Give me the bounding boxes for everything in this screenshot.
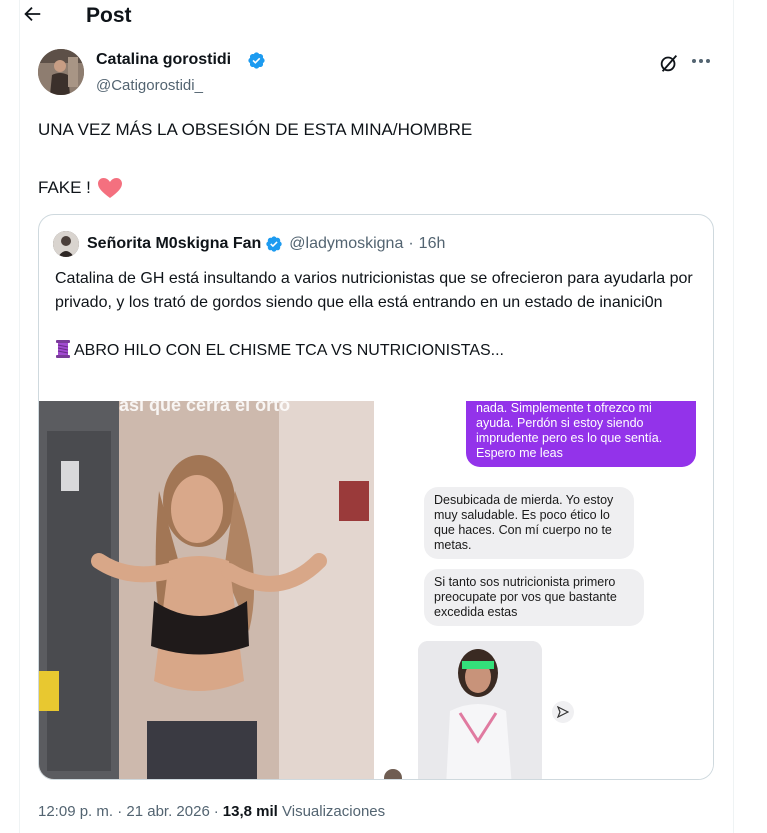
- tweet-text-line2: FAKE !: [38, 178, 91, 197]
- quoted-text-p1: Catalina de GH está insultando a varios …: [55, 270, 693, 311]
- quoted-text: Catalina de GH está insultando a varios …: [55, 267, 705, 363]
- quoted-tweet[interactable]: Señorita M0skigna Fan @ladymoskigna · 16…: [38, 214, 714, 780]
- quoted-text-p2: ABRO HILO CON EL CHISME TCA VS NUTRICION…: [74, 342, 504, 359]
- thread-spool-emoji-icon: [56, 340, 70, 358]
- views-count: 13,8 mil: [222, 803, 278, 820]
- tweet-meta: 12:09 p. m. · 21 abr. 2026 · 13,8 mil Visu…: [38, 803, 385, 820]
- tweet-text-line1: UNA VEZ MÁS LA OBSESIÓN DE ESTA MINA/HOM…: [38, 120, 473, 139]
- author-handle[interactable]: @Catigorostidi_: [96, 77, 203, 94]
- quoted-time[interactable]: 16h: [419, 235, 446, 253]
- chat-photo: [418, 641, 542, 779]
- right-divider: [733, 0, 734, 833]
- tweet-text: UNA VEZ MÁS LA OBSESIÓN DE ESTA MINA/HOM…: [38, 118, 718, 198]
- chat-mini-avatar: [384, 769, 402, 779]
- views-label: Visualizaciones: [282, 803, 386, 820]
- tweet-text-line2-row: FAKE !: [38, 176, 123, 200]
- tweet-timestamp[interactable]: 12:09 p. m. · 21 abr. 2026: [38, 803, 210, 820]
- selfie-illustration: [39, 401, 374, 779]
- avatar[interactable]: [38, 49, 84, 95]
- tweet-author: Catalina gorostidi @Catigorostidi_: [38, 48, 718, 98]
- chat-bubble-incoming-2: Si tanto sos nutricionista primero preoc…: [424, 569, 644, 626]
- quoted-text-p2-row: ABRO HILO CON EL CHISME TCA VS NUTRICION…: [55, 339, 705, 363]
- quoted-author-handle[interactable]: @ladymoskigna: [289, 235, 403, 253]
- quoted-media[interactable]: así que cerrá el orto nada. Simplemente …: [39, 401, 713, 779]
- quoted-verified-badge-icon: [266, 236, 282, 252]
- verified-badge-icon: [248, 52, 265, 69]
- quoted-tweet-header: Señorita M0skigna Fan @ladymoskigna · 16…: [53, 231, 446, 257]
- author-name[interactable]: Catalina gorostidi: [96, 51, 231, 69]
- chat-bubble-outgoing: nada. Simplemente t ofrezco mi ayuda. Pe…: [466, 401, 696, 467]
- quoted-dot: ·: [408, 235, 414, 252]
- media-chat-screenshot[interactable]: nada. Simplemente t ofrezco mi ayuda. Pe…: [374, 401, 713, 779]
- chat-bubble-incoming-1: Desubicada de mierda. Yo estoy muy salud…: [424, 487, 634, 559]
- quoted-author-name[interactable]: Señorita M0skigna Fan: [87, 235, 261, 253]
- grok-icon[interactable]: [658, 52, 680, 74]
- meta-separator: ·: [213, 803, 219, 820]
- post-page: Post Catalina gorostidi @Catigorostidi_ …: [0, 0, 767, 833]
- send-icon[interactable]: [552, 701, 574, 723]
- heart-emoji-icon: [97, 178, 122, 198]
- page-title: Post: [86, 4, 132, 27]
- photo-overlay-text: así que cerrá el orto: [119, 401, 291, 415]
- quoted-avatar[interactable]: [53, 231, 79, 257]
- more-options-icon[interactable]: [690, 50, 712, 72]
- media-photo[interactable]: así que cerrá el orto: [39, 401, 374, 779]
- left-divider: [19, 0, 20, 833]
- back-arrow-icon[interactable]: [20, 2, 44, 26]
